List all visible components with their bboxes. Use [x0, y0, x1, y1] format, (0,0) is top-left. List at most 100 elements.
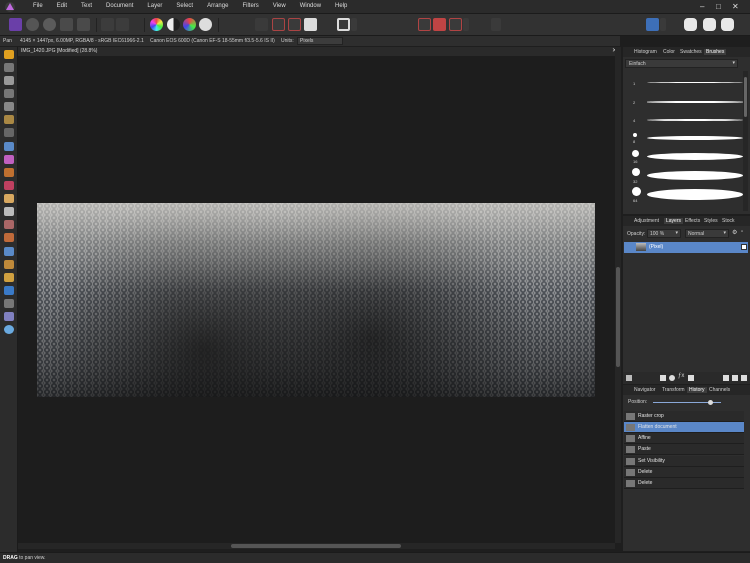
menu-view[interactable]: View [266, 3, 293, 9]
tab-stock[interactable]: Stock [722, 218, 735, 224]
layer-options-icon[interactable] [626, 375, 632, 381]
clone-brush-tool-icon[interactable] [4, 220, 14, 229]
view-tool-icon[interactable] [101, 18, 114, 31]
units-select[interactable]: Pixels [297, 37, 343, 45]
auto-levels-icon[interactable] [150, 18, 163, 31]
add-layer-icon[interactable] [732, 375, 738, 381]
mask-layer-icon[interactable] [660, 375, 666, 381]
menu-help[interactable]: Help [328, 3, 354, 9]
blur-brush-tool-icon[interactable] [4, 247, 14, 256]
tab-brushes[interactable]: Brushes [704, 49, 727, 55]
auto-contrast-icon[interactable] [167, 18, 180, 31]
healing-brush-tool-icon[interactable] [4, 233, 14, 242]
arrange-forward-icon[interactable] [703, 18, 716, 31]
arrange-front-icon[interactable] [721, 18, 734, 31]
minimize-button[interactable]: – [700, 2, 704, 11]
tab-navigator[interactable]: Navigator [634, 387, 655, 393]
lock-icon[interactable]: ▫ [741, 229, 743, 235]
history-item[interactable]: Flatten document [624, 422, 744, 433]
snapping-dropdown-chevron-icon[interactable] [463, 18, 469, 31]
tab-styles[interactable]: Styles [704, 218, 718, 224]
add-group-icon[interactable] [723, 375, 729, 381]
maximize-button[interactable]: □ [716, 2, 721, 11]
brush-preset[interactable]: 8 [633, 130, 745, 148]
menu-edit[interactable]: Edit [50, 3, 74, 9]
history-item[interactable]: Raster crop [624, 411, 744, 422]
tab-histogram[interactable]: Histogram [634, 49, 657, 55]
blend-mode-select[interactable]: Normal ▾ [685, 229, 729, 238]
vertical-scrollbar[interactable] [615, 47, 621, 543]
menu-document[interactable]: Document [99, 3, 140, 9]
brush-preset[interactable]: 32 [632, 167, 745, 185]
history-item[interactable]: Delete [624, 467, 744, 478]
export-persona-icon[interactable] [77, 18, 90, 31]
layer-visibility-checkbox[interactable] [741, 244, 747, 250]
rectangular-marquee-tool-icon[interactable] [4, 128, 14, 137]
brush-category-select[interactable]: Einfach ▾ [625, 59, 738, 68]
live-filter-icon[interactable] [688, 375, 694, 381]
history-slider-knob[interactable] [708, 400, 714, 405]
invert-pixel-selection-icon[interactable] [304, 18, 317, 31]
auto-white-balance-icon[interactable] [199, 18, 212, 31]
tab-history[interactable]: History [687, 387, 707, 393]
tab-effects[interactable]: Effects [685, 218, 700, 224]
erase-brush-tool-icon[interactable] [4, 194, 14, 203]
pen-tool-icon[interactable] [4, 260, 14, 269]
menu-file[interactable]: File [26, 3, 50, 9]
close-window-button[interactable]: ✕ [732, 2, 739, 11]
layer-row[interactable]: (Pixel) [624, 242, 748, 253]
shape-tool-icon[interactable] [4, 286, 14, 295]
brush-preset[interactable]: 64 [632, 186, 745, 204]
history-item[interactable]: Paste [624, 444, 744, 455]
menu-select[interactable]: Select [169, 3, 200, 9]
assistant-icon[interactable] [491, 18, 501, 31]
arrange-back-icon[interactable] [684, 18, 697, 31]
tone-mapping-persona-icon[interactable] [60, 18, 73, 31]
flood-fill-tool-icon[interactable] [4, 142, 14, 151]
tab-swatches[interactable]: Swatches [680, 49, 702, 55]
auto-colors-icon[interactable] [183, 18, 196, 31]
tab-transform[interactable]: Transform [662, 387, 685, 393]
menu-filters[interactable]: Filters [235, 3, 265, 9]
gear-icon[interactable]: ⚙ [732, 229, 737, 236]
adjustment-layer-icon[interactable] [669, 375, 675, 381]
fx-icon[interactable]: ƒx [678, 373, 684, 379]
menu-layer[interactable]: Layer [140, 3, 169, 9]
pencil-tool-icon[interactable] [4, 273, 14, 282]
tab-channels[interactable]: Channels [709, 387, 730, 393]
brush-preset[interactable]: 16 [632, 148, 745, 166]
view-tool-icon[interactable] [4, 50, 14, 59]
align-icon[interactable] [646, 18, 659, 31]
liquify-persona-icon[interactable] [26, 18, 39, 31]
mask-mode-icon[interactable] [337, 18, 350, 31]
menu-arrange[interactable]: Arrange [200, 3, 235, 9]
delete-layer-icon[interactable] [741, 375, 747, 381]
refine-selection-icon[interactable] [288, 18, 301, 31]
move-tool-icon[interactable] [4, 63, 14, 72]
gradient-tool-icon[interactable] [4, 155, 14, 164]
snapping-icon[interactable] [433, 18, 446, 31]
tab-layers[interactable]: Layers [664, 218, 684, 224]
brush-preset[interactable]: 1 [633, 75, 745, 93]
history-position-slider[interactable] [653, 400, 721, 405]
brushes-scrollbar[interactable] [743, 71, 748, 211]
develop-persona-icon[interactable] [43, 18, 56, 31]
brush-preset[interactable]: 2 [633, 94, 745, 112]
align-dropdown-chevron-icon[interactable] [660, 18, 666, 31]
artistic-text-tool-icon[interactable] [4, 299, 14, 308]
mesh-warp-tool-icon[interactable] [4, 312, 14, 321]
history-item[interactable]: Set Visibility [624, 456, 744, 467]
history-item[interactable]: Delete [624, 478, 744, 489]
selection-mode-icon[interactable] [255, 18, 268, 31]
zoom-tool-icon[interactable] [116, 18, 129, 31]
vertical-scroll-thumb[interactable] [616, 267, 620, 367]
flood-select-tool-icon[interactable] [4, 115, 14, 124]
snapping-options-icon[interactable] [449, 18, 462, 31]
tab-adjustment[interactable]: Adjustment [634, 218, 659, 224]
zoom-tool-icon[interactable] [4, 325, 14, 334]
horizontal-scroll-thumb[interactable] [231, 544, 401, 548]
tab-color[interactable]: Color [663, 49, 675, 55]
brush-preset[interactable]: 4 [633, 112, 745, 130]
history-item[interactable]: Affine [624, 433, 744, 444]
quick-mask-icon[interactable] [272, 18, 285, 31]
